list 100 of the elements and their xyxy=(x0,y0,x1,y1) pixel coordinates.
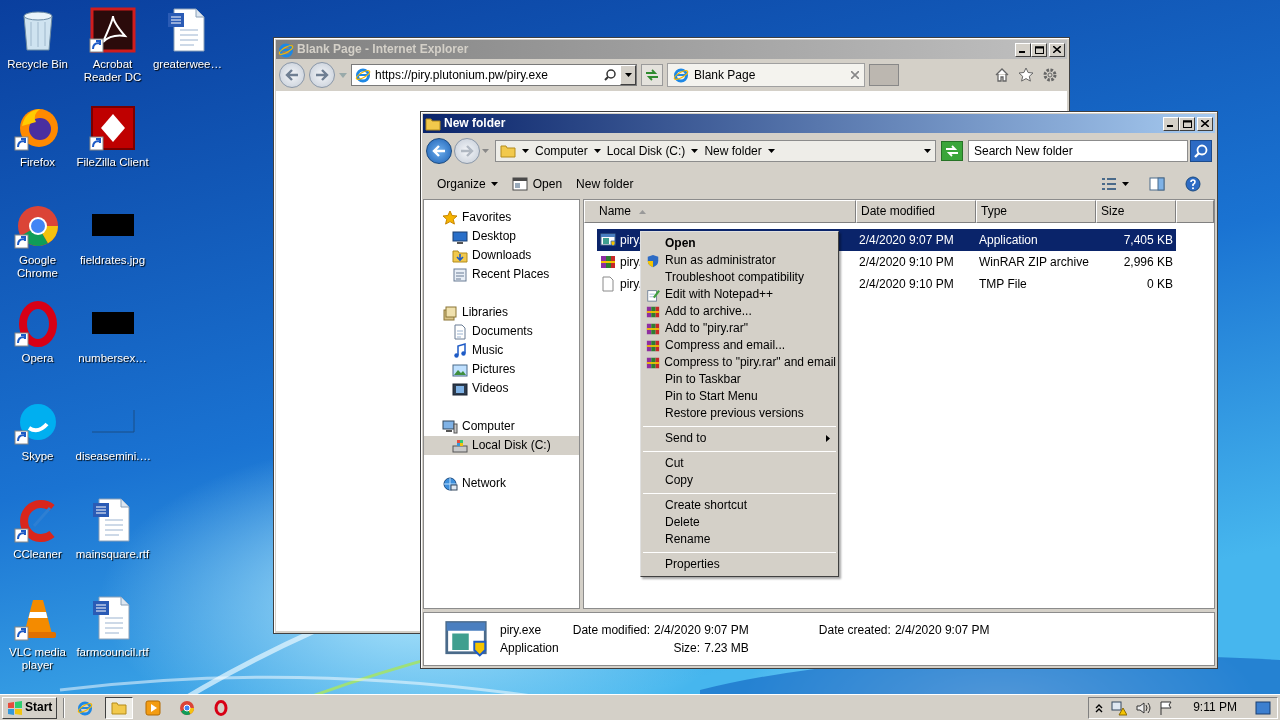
app-icon[interactable] xyxy=(88,104,137,152)
nav-item[interactable]: Network xyxy=(424,474,579,493)
nav-item[interactable]: Desktop xyxy=(424,227,579,246)
archive-icon xyxy=(646,304,660,319)
forward-arrow-icon xyxy=(315,69,329,81)
menu-item[interactable]: Open xyxy=(643,235,836,252)
caret-icon xyxy=(593,149,601,153)
maximize-button[interactable] xyxy=(1031,42,1047,57)
nav-item[interactable]: Videos xyxy=(424,379,579,398)
start-button[interactable]: Start xyxy=(2,696,58,719)
type-cell-text: WinRAR ZIP archive xyxy=(978,254,1090,270)
nav-item[interactable]: Recent Places xyxy=(424,265,579,284)
toolbar-button[interactable]: New folder xyxy=(572,174,638,194)
caret-icon xyxy=(1122,182,1129,186)
close-button[interactable] xyxy=(1197,116,1213,131)
nav-item[interactable]: Music xyxy=(424,341,579,360)
menu-item[interactable]: Cut xyxy=(643,455,836,472)
icon-label[interactable]: mainsquare.rtf xyxy=(75,548,150,561)
menu-item[interactable]: Send to xyxy=(643,430,836,447)
close-button[interactable] xyxy=(1049,42,1065,57)
column-header[interactable]: Type xyxy=(976,200,1096,223)
icon-label[interactable]: greaterwee… xyxy=(152,58,222,71)
menu-item[interactable]: Create shortcut xyxy=(643,497,836,514)
menu-item[interactable]: Add to "piry.rar" xyxy=(643,320,836,337)
detail-label: Date created: xyxy=(818,622,891,638)
toolbar-button[interactable]: Open xyxy=(507,174,567,194)
type-cell-text: Application xyxy=(978,232,1039,248)
caret-icon xyxy=(691,149,699,153)
menu-item[interactable]: Pin to Taskbar xyxy=(643,371,836,388)
menu-item[interactable]: Restore previous versions xyxy=(643,405,836,422)
refresh-icon xyxy=(945,145,959,157)
icon-label[interactable]: Skype xyxy=(21,450,54,463)
file-name: piry. xyxy=(620,232,642,248)
caret-icon xyxy=(482,149,489,153)
menu-item[interactable]: Compress to "piry.rar" and email xyxy=(643,354,836,371)
taskbar-button[interactable] xyxy=(105,696,134,719)
column-header[interactable]: Name xyxy=(584,200,856,223)
icon-label[interactable]: FileZilla Client xyxy=(76,156,149,169)
icon-label[interactable]: Opera xyxy=(21,352,54,365)
back-button[interactable] xyxy=(279,62,305,88)
nav-item[interactable]: Local Disk (C:) xyxy=(424,436,579,455)
search-field[interactable]: Search New folder xyxy=(968,140,1188,162)
nav-item[interactable]: Documents xyxy=(424,322,579,341)
column-header[interactable]: Size xyxy=(1096,200,1176,223)
archive-icon xyxy=(646,338,660,353)
browser-tab[interactable]: Blank Page xyxy=(667,63,865,87)
compatibility-button[interactable] xyxy=(641,64,663,86)
menu-item[interactable]: Add to archive... xyxy=(643,303,836,320)
icon-label[interactable]: numbersex… xyxy=(78,352,147,365)
maximize-button[interactable] xyxy=(1179,116,1195,131)
icon-label[interactable]: Firefox xyxy=(19,156,56,169)
column-header[interactable]: Date modified xyxy=(856,200,976,223)
menu-item[interactable]: Edit with Notepad++ xyxy=(643,286,836,303)
menu-item[interactable]: Compress and email... xyxy=(643,337,836,354)
file-name: piry.exe xyxy=(500,622,543,638)
star-icon xyxy=(442,209,458,226)
menu-item[interactable]: Troubleshoot compatibility xyxy=(643,269,836,286)
breadcrumb-item[interactable]: Local Disk (C:) xyxy=(606,143,686,159)
close-icon xyxy=(1201,120,1209,127)
nav-item[interactable]: Favorites xyxy=(424,208,579,227)
menu-item[interactable]: Properties xyxy=(643,556,836,573)
breadcrumb-item[interactable]: New folder xyxy=(704,143,762,159)
icon-label[interactable]: Recycle Bin xyxy=(7,58,68,71)
icon-label[interactable]: CCleaner xyxy=(13,548,62,561)
library-icon xyxy=(442,304,458,321)
film-icon xyxy=(452,380,468,397)
nav-item[interactable]: Pictures xyxy=(424,360,579,379)
menu-item[interactable]: Delete xyxy=(643,514,836,531)
menu-item[interactable]: Copy xyxy=(643,472,836,489)
back-arrow-icon xyxy=(285,69,299,81)
minimize-button[interactable] xyxy=(1163,116,1179,131)
nav-item[interactable]: Libraries xyxy=(424,303,579,322)
ring-icon xyxy=(213,699,230,716)
icon-label[interactable]: diseasemini.… xyxy=(75,450,150,463)
address-bar[interactable]: https://piry.plutonium.pw/piry.exe xyxy=(351,64,637,86)
caret-icon xyxy=(522,149,529,153)
dropdown-button[interactable] xyxy=(620,65,636,85)
toolbar-button[interactable]: Organize xyxy=(433,174,502,194)
nav-item[interactable]: Downloads xyxy=(424,246,579,265)
search-button[interactable] xyxy=(1190,140,1212,162)
icon-label[interactable]: Acrobat Reader DC xyxy=(75,58,150,84)
refresh-button[interactable] xyxy=(941,141,963,161)
close-icon xyxy=(851,71,859,79)
menu-item[interactable]: Pin to Start Menu xyxy=(643,388,836,405)
icon-label[interactable]: Google Chrome xyxy=(0,254,75,280)
forward-button[interactable] xyxy=(309,62,335,88)
shield-icon xyxy=(646,253,660,268)
archive-icon xyxy=(600,254,616,270)
window-title: Blank Page - Internet Explorer xyxy=(297,42,469,57)
icon-label[interactable]: fieldrates.jpg xyxy=(79,254,146,267)
menu-item[interactable]: Rename xyxy=(643,531,836,548)
breadcrumb-item[interactable]: Computer xyxy=(535,143,588,159)
minimize-button[interactable] xyxy=(1015,42,1031,57)
monitor-icon xyxy=(452,228,468,245)
pdf-icon[interactable] xyxy=(88,6,137,54)
detail-value: 2/4/2020 9:07 PM xyxy=(894,622,990,638)
back-button[interactable] xyxy=(426,138,452,164)
menu-item[interactable]: Run as administrator xyxy=(643,252,836,269)
caret-icon xyxy=(624,73,632,77)
nav-item[interactable]: Computer xyxy=(424,417,579,436)
